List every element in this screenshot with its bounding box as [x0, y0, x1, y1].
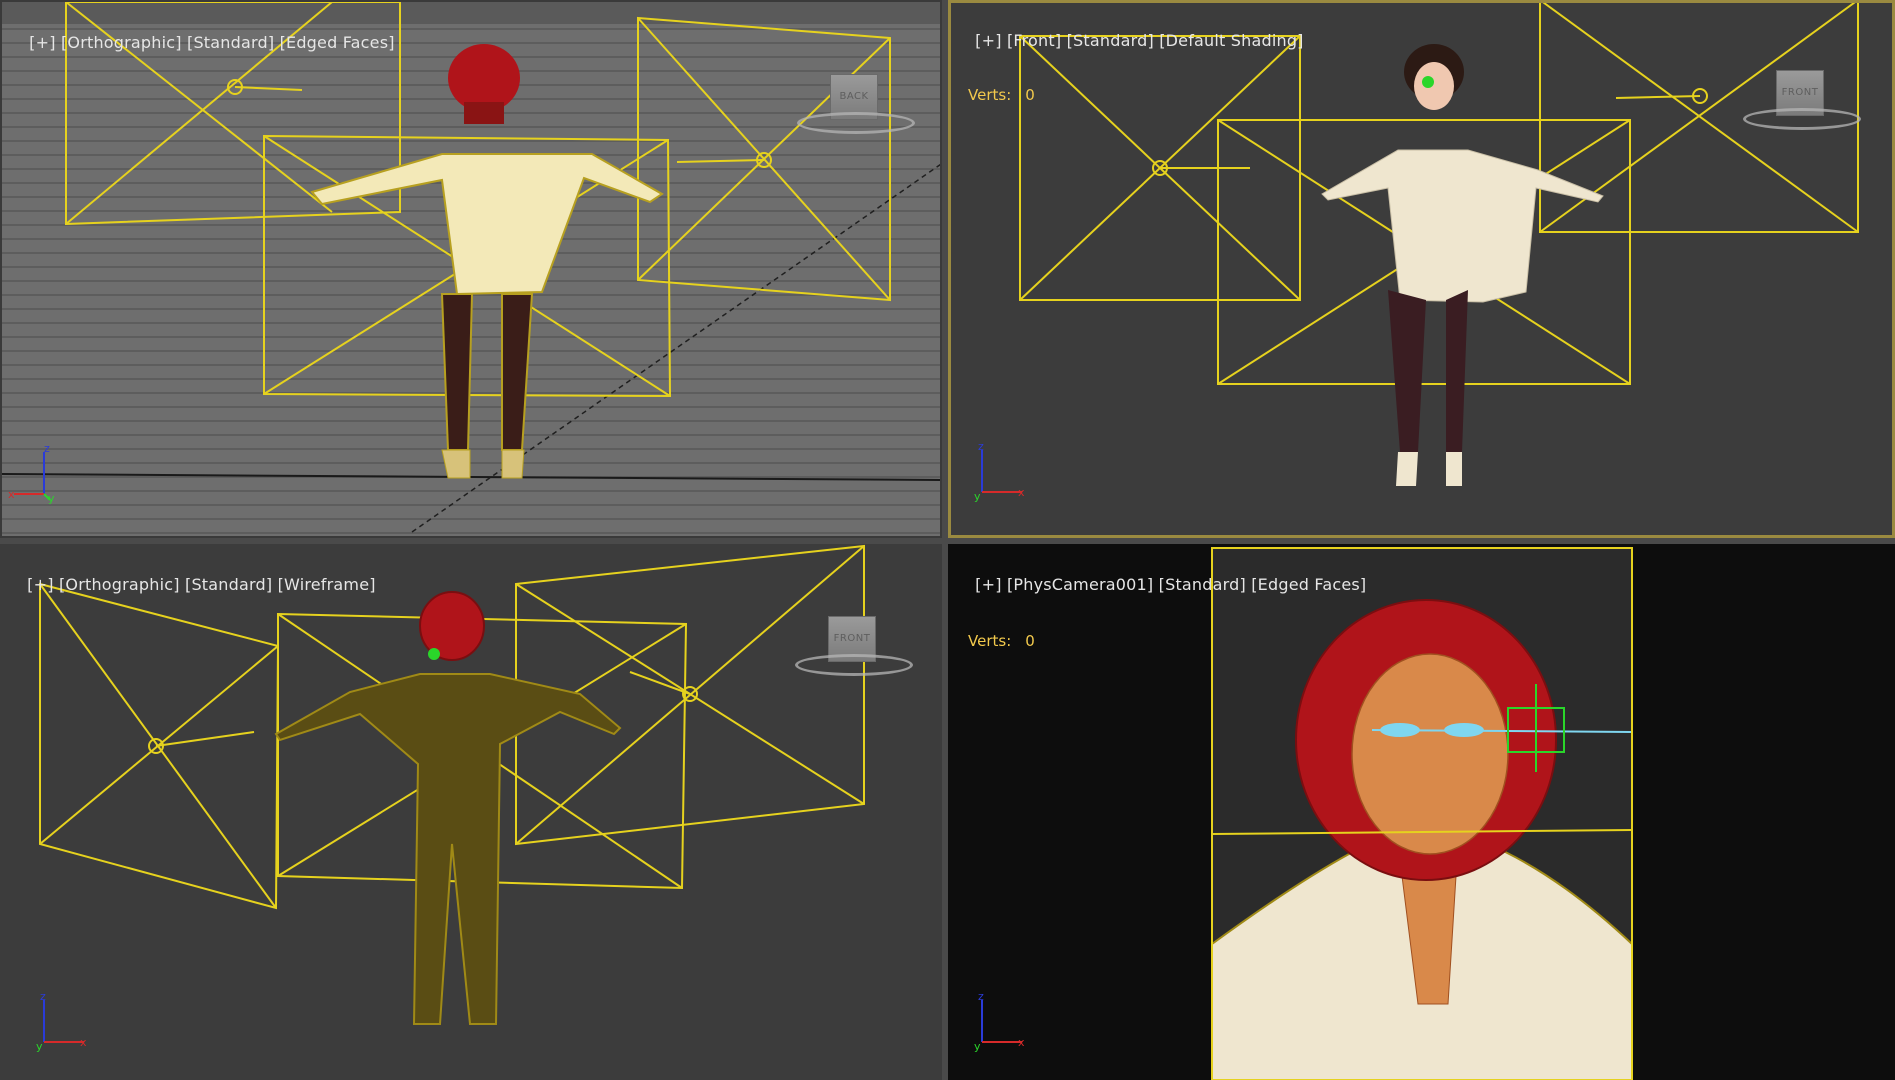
axis-tripod-icon: z x y [974, 990, 1025, 1052]
viewport-top-right[interactable]: [+] [Front] [Standard] [Default Shading]… [948, 0, 1895, 538]
viewport-menu-plus[interactable]: [+] [27, 575, 54, 594]
viewcube[interactable]: FRONT [1743, 60, 1863, 150]
viewport-menu-plus[interactable]: [+] [975, 575, 1002, 594]
viewport-menu-plus[interactable]: [+] [29, 33, 56, 52]
viewport-top-left[interactable]: [+] [Orthographic] [Standard] [Edged Fac… [0, 0, 942, 538]
viewport-stats: Verts: 0 [968, 86, 1035, 104]
viewport-render-label[interactable]: [Standard] [187, 33, 274, 52]
viewport-render-label[interactable]: [Standard] [1159, 575, 1246, 594]
character-bottom-left [274, 591, 622, 1025]
viewport-bottom-right[interactable]: [+] [PhysCamera001] [Standard] [Edged Fa… [948, 544, 1895, 1080]
viewport-shading-label[interactable]: [Wireframe] [278, 575, 376, 594]
axis-y-label: y [974, 490, 981, 502]
viewport-render-label[interactable]: [Standard] [185, 575, 272, 594]
viewcube-ring[interactable] [795, 654, 913, 676]
viewport-view-label[interactable]: [Orthographic] [59, 575, 180, 594]
axis-tripod-icon: z x y [36, 990, 87, 1052]
axis-x-label: x [8, 488, 15, 501]
viewport-label-bottom-right: [+] [PhysCamera001] [Standard] [Edged Fa… [954, 556, 1366, 613]
axis-z-label: z [978, 990, 984, 1003]
axis-x-label: x [1018, 486, 1025, 499]
viewport-label-top-left: [+] [Orthographic] [Standard] [Edged Fac… [8, 14, 395, 71]
axis-x-label: x [1018, 1036, 1025, 1049]
viewcube[interactable]: FRONT [795, 606, 915, 696]
viewport-bottom-left[interactable]: [+] [Orthographic] [Standard] [Wireframe… [0, 544, 942, 1080]
axis-y-label: y [974, 1040, 981, 1052]
viewcube[interactable]: BACK [797, 64, 917, 154]
viewport-view-label[interactable]: [Orthographic] [61, 33, 182, 52]
scene-bottom-right [1211, 547, 1633, 1080]
viewcube-ring[interactable] [1743, 108, 1861, 130]
viewport-label-bottom-left: [+] [Orthographic] [Standard] [Wireframe… [6, 556, 376, 613]
viewport-view-label[interactable]: [Front] [1007, 31, 1061, 50]
axis-z-label: z [978, 440, 984, 453]
viewport-view-label[interactable]: [PhysCamera001] [1007, 575, 1153, 594]
viewport-label-top-right: [+] [Front] [Standard] [Default Shading] [954, 12, 1304, 69]
axis-tripod-icon: z x y [8, 442, 55, 504]
axis-z-label: z [40, 990, 46, 1003]
axis-tripod-icon: z x y [974, 440, 1025, 502]
axis-y-label: y [48, 492, 55, 504]
viewport-shading-label[interactable]: [Default Shading] [1159, 31, 1303, 50]
axis-x-label: x [80, 1036, 87, 1049]
viewport-shading-label[interactable]: [Edged Faces] [1251, 575, 1366, 594]
axis-z-label: z [44, 442, 50, 455]
axis-y-label: y [36, 1040, 43, 1052]
viewcube-ring[interactable] [797, 112, 915, 134]
viewport-render-label[interactable]: [Standard] [1067, 31, 1154, 50]
character-top-right [1321, 44, 1604, 486]
viewport-menu-plus[interactable]: [+] [975, 31, 1002, 50]
stats-value: 0 [1025, 632, 1035, 650]
stats-value: 0 [1025, 86, 1035, 104]
stats-label: Verts: [968, 86, 1012, 104]
viewport-stats: Verts: 0 [968, 632, 1035, 650]
viewport-shading-label[interactable]: [Edged Faces] [280, 33, 395, 52]
stats-label: Verts: [968, 632, 1012, 650]
